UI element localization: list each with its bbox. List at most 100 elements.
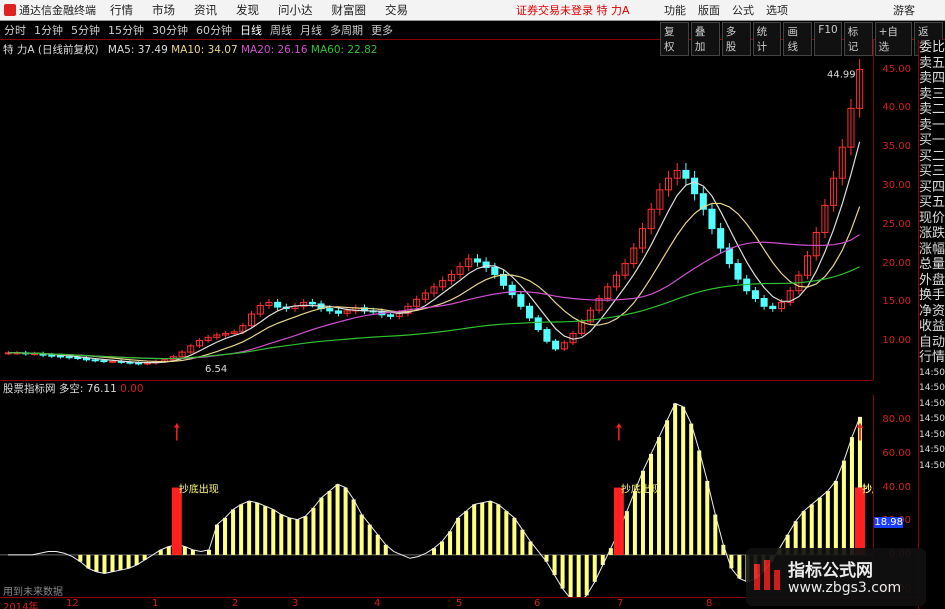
candle-body [491, 266, 499, 275]
side-panel-item[interactable]: 卖二 [919, 102, 945, 118]
side-panel-item[interactable]: 现价 [919, 211, 945, 227]
date-tick-label: 7 [617, 598, 624, 609]
candle-body [334, 310, 342, 314]
side-panel-item[interactable]: 买五 [919, 195, 945, 211]
side-panel-item[interactable]: 卖一 [919, 118, 945, 134]
side-panel-item[interactable]: 买四 [919, 180, 945, 196]
menu-discover[interactable]: 发现 [236, 2, 259, 18]
menu-quotes[interactable]: 行情 [110, 2, 133, 18]
date-tick-label: 3 [292, 598, 299, 609]
candle-body [74, 356, 82, 359]
period-weekly[interactable]: 周线 [270, 22, 292, 38]
side-panel-item[interactable]: 外盘 [919, 273, 945, 289]
period-30min[interactable]: 30分钟 [152, 22, 188, 38]
tool-adjust[interactable]: 复权 [660, 22, 689, 56]
ma60-line [8, 266, 860, 360]
side-panel-item[interactable]: 换手 [919, 288, 945, 304]
candle-body [552, 340, 560, 350]
side-panel-item[interactable]: 买二 [919, 149, 945, 165]
side-panel-item[interactable]: 14:50 [919, 412, 945, 428]
side-panel-item[interactable]: 买一 [919, 133, 945, 149]
tool-stats[interactable]: 统计 [752, 22, 782, 56]
side-panel-item[interactable]: 14:50 [919, 428, 945, 444]
date-tick-label: 5 [456, 598, 463, 609]
guest-label[interactable]: 游客 [893, 2, 915, 18]
period-multi[interactable]: 多周期 [330, 22, 363, 38]
indicator-name[interactable]: 股票指标网 多空: 76.11 [3, 383, 117, 395]
side-panel-item[interactable]: 卖三 [919, 87, 945, 103]
tool-mark[interactable]: 标记 [843, 22, 873, 56]
quote-side-panel: 委比 卖五 卖四 卖三 卖二 卖一 买一 买二 买三 买四 买五 现价 涨跌 涨幅 总量 外盘 换手 净资 收益 自动… [918, 40, 945, 609]
side-panel-item[interactable]: 净资 [919, 304, 945, 320]
signal-label: 抄底出现 [179, 483, 219, 496]
side-panel-item[interactable]: 委比 [919, 40, 945, 56]
candle-body [508, 284, 516, 296]
period-5min[interactable]: 5分钟 [71, 22, 100, 38]
signal-bar [854, 487, 865, 555]
side-panel-item[interactable]: 行情 [919, 350, 945, 366]
candle-body [734, 263, 742, 280]
period-daily[interactable]: 日线 [240, 22, 262, 38]
side-panel-item[interactable]: 14:50 [919, 459, 945, 475]
menu-news[interactable]: 资讯 [194, 2, 217, 18]
menu-layout[interactable]: 版面 [698, 2, 720, 18]
login-status[interactable]: 证券交易未登录 特 力A [516, 2, 630, 18]
tool-multi-stock[interactable]: 多股 [721, 22, 751, 56]
period-more[interactable]: 更多 [371, 22, 393, 38]
low-price-label: 6.54 [205, 364, 227, 375]
candle-body [708, 208, 716, 230]
menu-market[interactable]: 市场 [152, 2, 175, 18]
side-panel-item[interactable]: 14:50 [919, 397, 945, 413]
indicator-current-value: 18.98 [874, 516, 903, 528]
date-tick-label: 1 [152, 598, 159, 609]
candle-body [274, 301, 282, 308]
high-price-label: 44.99 [827, 70, 856, 81]
app-title: 通达信金融终端 [19, 4, 96, 17]
side-panel-item[interactable]: 涨幅 [919, 242, 945, 258]
side-panel-item[interactable]: 自动 [919, 335, 945, 351]
tool-overlay[interactable]: 叠加 [690, 22, 720, 56]
menu-function[interactable]: 功能 [664, 2, 686, 18]
side-panel-item[interactable]: 总量 [919, 257, 945, 273]
side-panel-item[interactable]: 收益 [919, 319, 945, 335]
side-panel-item[interactable]: 14:50 [919, 366, 945, 382]
candle-body [109, 360, 117, 363]
period-15min[interactable]: 15分钟 [108, 22, 144, 38]
tool-draw[interactable]: 画线 [783, 22, 813, 56]
candle-body [769, 305, 777, 310]
candle-body [135, 362, 143, 365]
candle-body [308, 301, 316, 305]
candle-body [499, 273, 508, 286]
price-tick-label: 40.00 [882, 102, 911, 114]
candle-body [82, 357, 91, 361]
indicator-chart[interactable]: 抄底出现抄底出现抄底出现抄底出现抄底出现 [0, 395, 873, 597]
indicator-tick-label: 60.00 [882, 447, 911, 459]
ma10-line [8, 202, 861, 363]
period-1min[interactable]: 1分钟 [34, 22, 63, 38]
indicator-tick-label: 40.00 [882, 481, 911, 493]
app-logo-icon [4, 4, 16, 16]
candle-body [526, 305, 534, 319]
menu-formula[interactable]: 公式 [732, 2, 754, 18]
side-panel-item[interactable]: 买三 [919, 164, 945, 180]
tool-f10[interactable]: F10 [814, 22, 842, 56]
side-panel-item[interactable]: 14:50 [919, 381, 945, 397]
indicator-legend: 股票指标网 多空: 76.11 0.00 [3, 381, 144, 396]
period-60min[interactable]: 60分钟 [196, 22, 232, 38]
signal-label: 抄底出现 [862, 483, 873, 496]
menu-ask[interactable]: 问小达 [278, 2, 313, 18]
menu-trade[interactable]: 交易 [385, 2, 408, 18]
signal-label: 抄底出现 [621, 483, 661, 496]
menu-options[interactable]: 选项 [766, 2, 788, 18]
future-data-note: 用到未来数据 [3, 587, 63, 598]
side-panel-item[interactable]: 卖五 [919, 56, 945, 72]
period-monthly[interactable]: 月线 [300, 22, 322, 38]
menu-wealth[interactable]: 财富圈 [332, 2, 367, 18]
side-panel-item[interactable]: 卖四 [919, 71, 945, 87]
period-timeshare[interactable]: 分时 [4, 22, 26, 38]
signal-bar [171, 487, 182, 555]
kline-chart[interactable]: 44.99 6.54 [0, 54, 873, 380]
candle-body [65, 356, 73, 359]
side-panel-item[interactable]: 涨跌 [919, 226, 945, 242]
side-panel-item[interactable]: 14:50 [919, 443, 945, 459]
